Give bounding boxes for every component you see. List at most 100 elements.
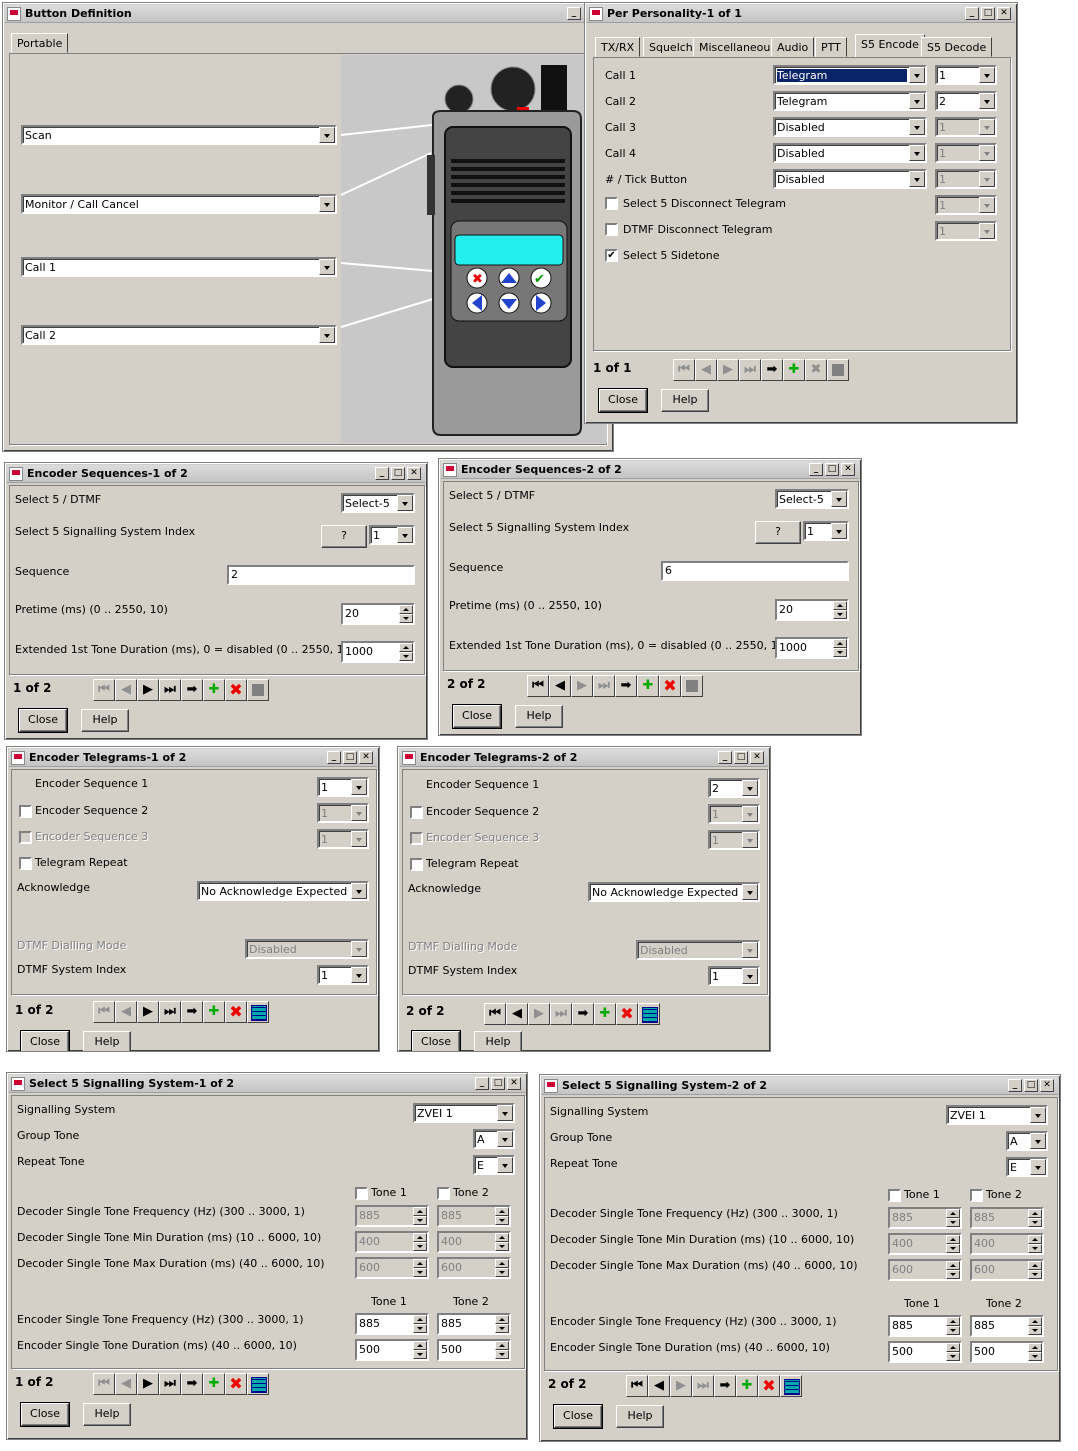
dec-tone1-checkbox[interactable]	[355, 1187, 368, 1200]
close-window-button[interactable]: ✕	[750, 751, 764, 764]
goto-record-button[interactable]: ➡	[572, 1003, 594, 1025]
es1-select[interactable]: 1	[317, 777, 369, 797]
delete-record-button[interactable]: ✖	[758, 1375, 780, 1397]
add-record-button[interactable]: ✚	[594, 1003, 616, 1025]
first-record-button[interactable]: ⏮	[484, 1003, 506, 1025]
s5-dtmf-select[interactable]: Select-5	[341, 493, 415, 513]
minimize-button[interactable]: _	[475, 1077, 489, 1090]
last-record-button[interactable]: ⏭	[550, 1003, 572, 1025]
enc-freq-tone1-stepper[interactable]: 885	[355, 1313, 429, 1335]
maximize-button[interactable]: □	[981, 7, 995, 20]
dtmf-disconnect-checkbox[interactable]	[605, 223, 618, 236]
ext-tone-stepper[interactable]: 1000	[341, 641, 415, 663]
enc-freq-tone1-stepper[interactable]: 885	[888, 1315, 962, 1337]
grid-view-button[interactable]	[247, 1001, 269, 1023]
enc-dur-tone1-stepper[interactable]: 500	[888, 1341, 962, 1363]
tick-button-type-select[interactable]: Disabled	[773, 169, 927, 189]
close-window-button[interactable]: ✕	[997, 7, 1011, 20]
minimize-button[interactable]: _	[718, 751, 732, 764]
repeat-tone-select[interactable]: E	[473, 1155, 515, 1175]
help-button[interactable]: Help	[83, 1403, 131, 1426]
call2-number-select[interactable]: 2	[935, 91, 997, 111]
close-button[interactable]: Close	[411, 1030, 461, 1051]
delete-record-button[interactable]: ✖	[225, 1373, 247, 1395]
close-window-button[interactable]: ✕	[359, 751, 373, 764]
next-record-button[interactable]: ▶	[137, 679, 159, 701]
sequence-input[interactable]: 2	[227, 565, 415, 585]
dec-tone2-checkbox[interactable]	[970, 1189, 983, 1202]
enc-dur-tone2-stepper[interactable]: 500	[437, 1339, 511, 1361]
close-window-button[interactable]: ✕	[841, 463, 855, 476]
next-record-button[interactable]: ▶	[137, 1373, 159, 1395]
maximize-button[interactable]: □	[1024, 1079, 1038, 1092]
ssi-select[interactable]: 1	[369, 525, 415, 545]
prev-record-button[interactable]: ◀	[695, 359, 717, 381]
ssi-help-button[interactable]: ?	[321, 525, 367, 548]
grid-view-button[interactable]	[638, 1003, 660, 1025]
s5-sidetone-checkbox[interactable]: ✔	[605, 249, 618, 262]
s5-disconnect-checkbox[interactable]	[605, 197, 618, 210]
last-record-button[interactable]: ⏭	[692, 1375, 714, 1397]
tab-s5-decode[interactable]: S5 Decode	[921, 37, 993, 57]
s5-dtmf-select[interactable]: Select-5	[775, 489, 849, 509]
grid-view-button[interactable]	[780, 1375, 802, 1397]
dtmf-index-select[interactable]: 1	[708, 966, 760, 986]
tab-audio[interactable]: Audio	[771, 37, 815, 57]
first-record-button[interactable]: ⏮	[93, 679, 115, 701]
help-button[interactable]: Help	[616, 1405, 664, 1428]
signalling-system-select[interactable]: ZVEI 1	[946, 1105, 1048, 1125]
record-view-button[interactable]	[827, 359, 849, 381]
last-record-button[interactable]: ⏭	[593, 675, 615, 697]
sequence-input[interactable]: 6	[661, 561, 849, 581]
tab-s5-encode[interactable]: S5 Encode	[855, 34, 925, 58]
help-button[interactable]: Help	[661, 389, 709, 412]
enc-dur-tone1-stepper[interactable]: 500	[355, 1339, 429, 1361]
first-record-button[interactable]: ⏮	[527, 675, 549, 697]
last-record-button[interactable]: ⏭	[159, 1373, 181, 1395]
maximize-button[interactable]: □	[491, 1077, 505, 1090]
last-record-button[interactable]: ⏭	[159, 679, 181, 701]
repeat-tone-select[interactable]: E	[1006, 1157, 1048, 1177]
call2-button-select[interactable]: Call 2	[21, 325, 337, 345]
next-record-button[interactable]: ▶	[670, 1375, 692, 1397]
last-record-button[interactable]: ⏭	[159, 1001, 181, 1023]
tab-miscellaneous[interactable]: Miscellaneous	[693, 37, 783, 57]
maximize-button[interactable]: □	[343, 751, 357, 764]
maximize-button[interactable]: □	[825, 463, 839, 476]
help-button[interactable]: Help	[515, 705, 563, 728]
telegram-repeat-checkbox[interactable]	[410, 858, 423, 871]
goto-record-button[interactable]: ➡	[714, 1375, 736, 1397]
grid-view-button[interactable]	[247, 1373, 269, 1395]
add-record-button[interactable]: ✚	[203, 1373, 225, 1395]
help-button[interactable]: Help	[83, 1031, 131, 1051]
add-record-button[interactable]: ✚	[736, 1375, 758, 1397]
delete-record-button[interactable]: ✖	[225, 679, 247, 701]
ssi-help-button[interactable]: ?	[755, 521, 801, 544]
call1-type-select[interactable]: Telegram	[773, 65, 927, 85]
group-tone-select[interactable]: A	[473, 1129, 515, 1149]
dec-tone2-checkbox[interactable]	[437, 1187, 450, 1200]
tab-portable[interactable]: Portable	[11, 33, 69, 53]
tab-ptt[interactable]: PTT	[815, 37, 847, 57]
maximize-button[interactable]: □	[391, 467, 405, 480]
minimize-button[interactable]: _	[375, 467, 389, 480]
call1-button-select[interactable]: Call 1	[21, 257, 337, 277]
scan-button-select[interactable]: Scan	[21, 125, 337, 145]
es2-checkbox[interactable]	[19, 805, 32, 818]
add-record-button[interactable]: ✚	[637, 675, 659, 697]
add-record-button[interactable]: ✚	[203, 679, 225, 701]
close-window-button[interactable]: ✕	[1040, 1079, 1054, 1092]
first-record-button[interactable]: ⏮	[93, 1373, 115, 1395]
delete-record-button[interactable]: ✖	[225, 1001, 247, 1023]
next-record-button[interactable]: ▶	[717, 359, 739, 381]
call3-type-select[interactable]: Disabled	[773, 117, 927, 137]
es2-checkbox[interactable]	[410, 806, 423, 819]
add-record-button[interactable]: ✚	[783, 359, 805, 381]
call4-type-select[interactable]: Disabled	[773, 143, 927, 163]
prev-record-button[interactable]: ◀	[115, 1001, 137, 1023]
minimize-button[interactable]: _	[327, 751, 341, 764]
next-record-button[interactable]: ▶	[528, 1003, 550, 1025]
first-record-button[interactable]: ⏮	[673, 359, 695, 381]
prev-record-button[interactable]: ◀	[549, 675, 571, 697]
record-view-button[interactable]	[681, 675, 703, 697]
